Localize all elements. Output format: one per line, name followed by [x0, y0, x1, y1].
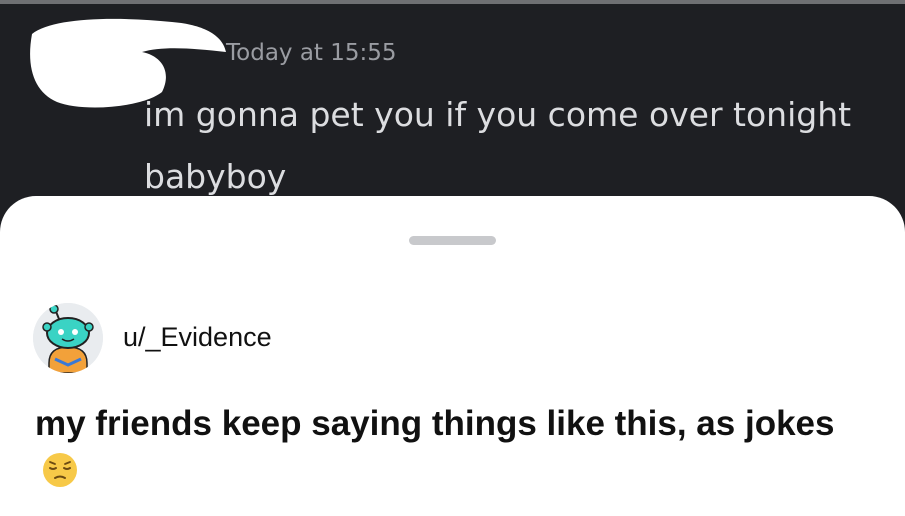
user-avatar[interactable]: [33, 303, 103, 373]
message-timestamp: Today at 15:55: [226, 40, 397, 66]
pensive-face-icon: [43, 453, 77, 487]
chat-message-text: im gonna pet you if you come over tonigh…: [144, 95, 852, 196]
post-title: my friends keep saying things like this,…: [35, 400, 875, 494]
reddit-snoo-avatar-icon: [33, 303, 103, 373]
post-bottom-sheet: u/_Evidence my friends keep saying thing…: [0, 196, 905, 516]
post-username[interactable]: u/_Evidence: [123, 322, 272, 353]
sheet-drag-handle[interactable]: [409, 236, 496, 245]
post-title-text: my friends keep saying things like this,…: [35, 404, 835, 443]
